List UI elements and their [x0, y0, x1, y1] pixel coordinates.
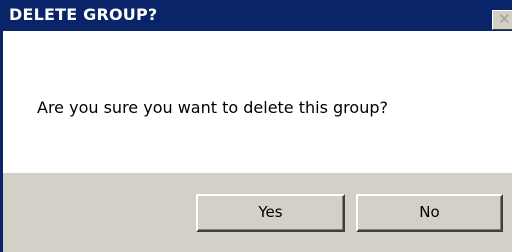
no-button[interactable]: No [356, 194, 503, 232]
dialog-titlebar: DELETE GROUP? ✕ [3, 0, 512, 31]
delete-group-dialog: DELETE GROUP? ✕ Are you sure you want to… [0, 0, 512, 252]
close-icon[interactable]: ✕ [492, 10, 512, 30]
yes-button[interactable]: Yes [196, 194, 345, 232]
confirmation-message: Are you sure you want to delete this gro… [37, 98, 388, 117]
dialog-title: DELETE GROUP? [9, 5, 158, 24]
dialog-button-bar: Yes No [3, 173, 512, 252]
